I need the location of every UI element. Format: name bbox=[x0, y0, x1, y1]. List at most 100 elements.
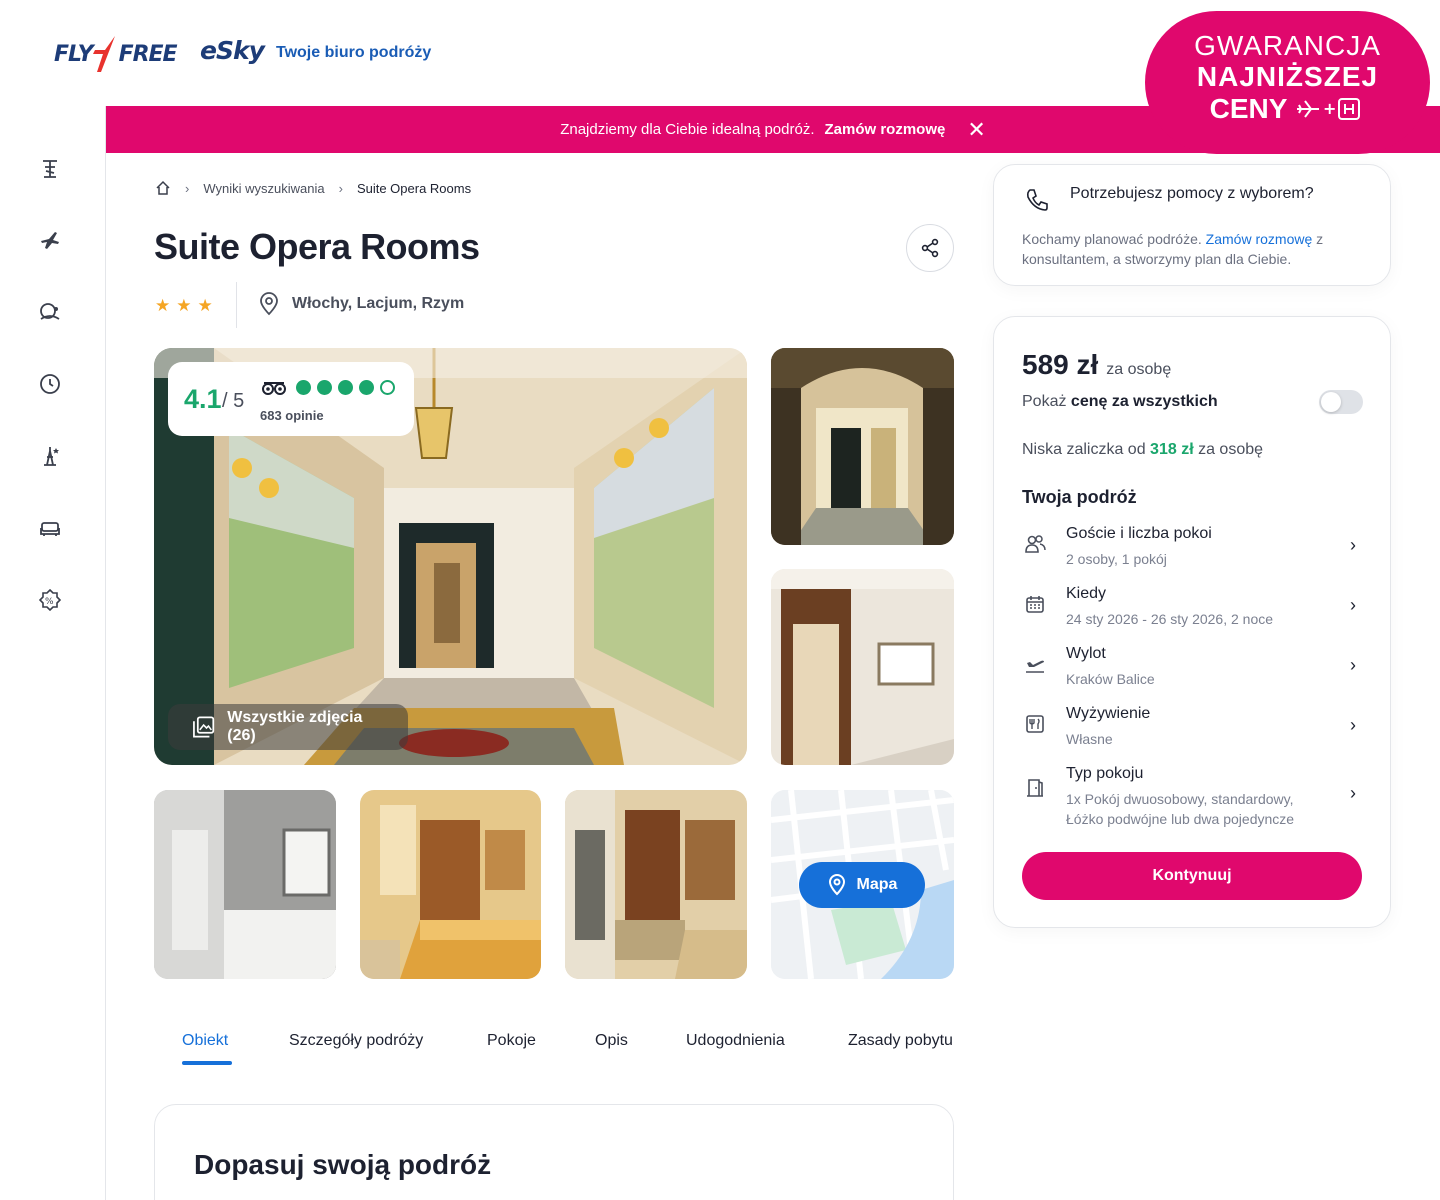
deposit-amount: 318 zł bbox=[1150, 441, 1194, 458]
flyfree-swoosh-icon bbox=[92, 36, 115, 72]
hotel-photo-thumb[interactable] bbox=[771, 348, 954, 545]
island-icon[interactable] bbox=[38, 300, 62, 324]
trip-row-value: 2 osoby, 1 pokój bbox=[1066, 551, 1167, 567]
location-pin-icon bbox=[828, 874, 845, 896]
order-call-link[interactable]: Zamów rozmowę bbox=[825, 121, 946, 138]
show-total-price-label: Pokaż cenę za wszystkich bbox=[1022, 393, 1218, 411]
rating-dot-filled bbox=[296, 380, 311, 395]
deposit-info: Niska zaliczka od 318 zł za osobę bbox=[1022, 441, 1263, 459]
continue-button[interactable]: Kontynuuj bbox=[1022, 852, 1362, 900]
sofa-icon[interactable] bbox=[38, 516, 62, 540]
divider bbox=[236, 282, 237, 328]
map-button[interactable]: Mapa bbox=[799, 862, 925, 908]
hotel-photo-thumb[interactable] bbox=[154, 790, 336, 979]
rating-dot-filled bbox=[338, 380, 353, 395]
eiffel-tower-icon[interactable] bbox=[38, 444, 62, 468]
tab-udogodnienia[interactable]: Udogodnienia bbox=[686, 1032, 785, 1050]
calendar-icon bbox=[1022, 591, 1048, 617]
price-per-person: za osobę bbox=[1106, 361, 1172, 378]
rating-dots bbox=[296, 380, 395, 395]
all-photos-label: Wszystkie zdjęcia (26) bbox=[227, 709, 363, 744]
tab-opis[interactable]: Opis bbox=[595, 1032, 628, 1050]
star-icon: ★ bbox=[155, 296, 171, 315]
guarantee-line2: NAJNIŻSZEJ bbox=[1196, 61, 1379, 92]
esky-logo[interactable]: eSky bbox=[200, 36, 265, 65]
rating-score: 4.1 bbox=[184, 384, 222, 414]
trip-row-label: Goście i liczba pokoi bbox=[1066, 525, 1212, 542]
rating-of: / 5 bbox=[222, 390, 245, 412]
trip-row-room-type[interactable]: Typ pokoju 1x Pokój dwuosobowy, standard… bbox=[1022, 765, 1362, 829]
tab-zasady-pobytu[interactable]: Zasady pobytu bbox=[848, 1032, 953, 1050]
location-pin-icon bbox=[260, 292, 278, 316]
all-photos-button[interactable]: Wszystkie zdjęcia (26) bbox=[168, 704, 408, 750]
rating-opinions: 683 opinie bbox=[260, 408, 324, 423]
booking-card: 589 zł za osobę Pokaż cenę za wszystkich… bbox=[993, 316, 1391, 928]
toggle-knob bbox=[1321, 392, 1341, 412]
plane-plus-hotel-icon: + bbox=[1297, 98, 1361, 120]
home-icon[interactable] bbox=[155, 180, 171, 196]
trip-row-label: Typ pokoju bbox=[1066, 765, 1144, 782]
meal-icon bbox=[1022, 711, 1048, 737]
rating-dot-filled bbox=[359, 380, 374, 395]
deposit-prefix: Niska zaliczka od bbox=[1022, 441, 1151, 458]
tab-szczegoly-podrozy[interactable]: Szczegóły podróży bbox=[289, 1032, 423, 1050]
beach-umbrella-icon[interactable] bbox=[38, 156, 62, 180]
clock-icon[interactable] bbox=[38, 372, 62, 396]
deposit-suffix: za osobę bbox=[1193, 441, 1264, 458]
hotel-photo-thumb[interactable] bbox=[771, 569, 954, 765]
trip-row-value: 24 sty 2026 - 26 sty 2026, 2 noce bbox=[1066, 611, 1274, 627]
entrance-photo bbox=[771, 348, 954, 545]
help-desc-text: Kochamy planować podróże. bbox=[1022, 231, 1206, 247]
guarantee-line3: CENY + bbox=[1145, 93, 1430, 125]
rating-card[interactable]: 4.1 / 5 683 opinie bbox=[168, 362, 414, 436]
show-bold: cenę za wszystkich bbox=[1070, 393, 1218, 410]
share-button[interactable] bbox=[906, 224, 954, 272]
left-rail: % bbox=[0, 106, 106, 1200]
show-prefix: Pokaż bbox=[1022, 393, 1071, 410]
breadcrumb-current: Suite Opera Rooms bbox=[356, 180, 472, 196]
trip-row-departure[interactable]: Wylot Kraków Balice › bbox=[1022, 645, 1362, 695]
door-icon bbox=[1022, 775, 1048, 801]
price: 589 zł za osobę bbox=[1022, 349, 1171, 381]
location-text: Włochy, Lacjum, Rzym bbox=[292, 295, 465, 312]
close-icon[interactable]: ✕ bbox=[967, 118, 985, 141]
gallery-icon bbox=[193, 716, 215, 738]
chevron-right-icon: › bbox=[1350, 595, 1356, 615]
total-price-toggle[interactable] bbox=[1319, 390, 1363, 414]
rating-dot-filled bbox=[317, 380, 332, 395]
help-description: Kochamy planować podróże. Zamów rozmowę … bbox=[1022, 229, 1362, 269]
hotel-photo-thumb[interactable] bbox=[360, 790, 541, 979]
hotel-photo-thumb[interactable] bbox=[565, 790, 747, 979]
order-call-link[interactable]: Zamów rozmowę bbox=[1206, 231, 1313, 247]
departure-icon bbox=[1022, 651, 1048, 677]
hallway-door-photo bbox=[771, 569, 954, 765]
customize-trip-title: Dopasuj swoją podróż bbox=[194, 1149, 492, 1180]
trip-row-value: Własne bbox=[1066, 731, 1113, 747]
flyfree-logo-text-a: FLY bbox=[54, 41, 94, 67]
main-hotel-photo[interactable]: 4.1 / 5 683 opinie Wszystkie zdjęcia (26… bbox=[154, 348, 747, 765]
share-icon bbox=[921, 238, 939, 258]
chevron-right-icon: › bbox=[1350, 715, 1356, 735]
trip-row-label: Wyżywienie bbox=[1066, 705, 1151, 722]
guests-icon bbox=[1022, 531, 1048, 557]
trip-row-meals[interactable]: Wyżywienie Własne › bbox=[1022, 705, 1362, 755]
guarantee-line3-text: CENY bbox=[1209, 93, 1288, 124]
trip-row-guests[interactable]: Goście i liczba pokoi 2 osoby, 1 pokój › bbox=[1022, 525, 1362, 575]
trip-row-dates[interactable]: Kiedy 24 sty 2026 - 26 sty 2026, 2 noce … bbox=[1022, 585, 1362, 635]
hotel-location[interactable]: Włochy, Lacjum, Rzym bbox=[258, 292, 464, 316]
tripadvisor-owl-icon bbox=[262, 382, 286, 395]
room-photo bbox=[565, 790, 747, 979]
tab-obiekt[interactable]: Obiekt bbox=[182, 1032, 228, 1050]
breadcrumb: › Wyniki wyszukiwania › Suite Opera Room… bbox=[155, 180, 471, 196]
tab-pokoje[interactable]: Pokoje bbox=[487, 1032, 536, 1050]
bedroom-photo bbox=[360, 790, 541, 979]
map-thumbnail[interactable]: Mapa bbox=[771, 790, 954, 979]
discount-icon[interactable]: % bbox=[38, 588, 62, 612]
plane-icon[interactable] bbox=[38, 228, 62, 252]
lowest-price-guarantee-badge[interactable]: GWARANCJA NAJNIŻSZEJ CENY + bbox=[1145, 11, 1430, 154]
flyfree-logo[interactable]: FLY FREE bbox=[54, 34, 178, 74]
trip-row-value: Kraków Balice bbox=[1066, 671, 1155, 687]
breadcrumb-results[interactable]: Wyniki wyszukiwania bbox=[203, 181, 324, 196]
chevron-right-icon: › bbox=[338, 180, 343, 196]
phone-icon bbox=[1026, 189, 1048, 211]
